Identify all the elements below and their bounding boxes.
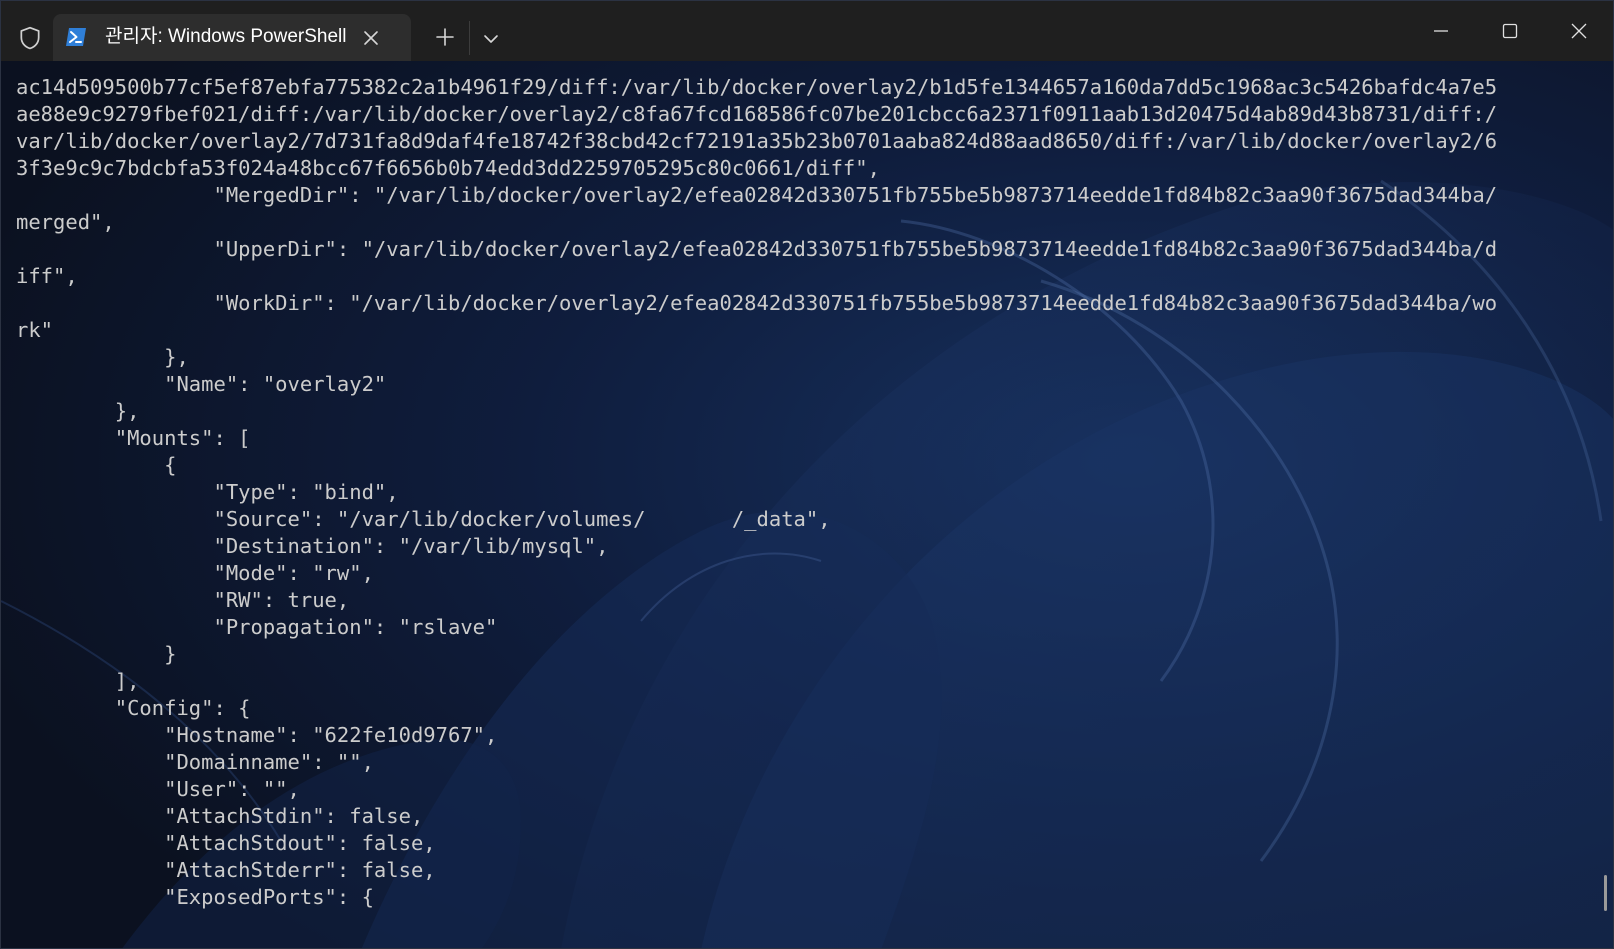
terminal-line: "Name": "overlay2"	[16, 372, 387, 396]
terminal-line: "Source": "/var/lib/docker/volumes/ /_da…	[16, 507, 831, 531]
close-button[interactable]	[1545, 1, 1613, 61]
terminal-line: "WorkDir": "/var/lib/docker/overlay2/efe…	[16, 291, 1498, 315]
maximize-icon	[1502, 23, 1518, 39]
terminal-line: "AttachStdin": false,	[16, 804, 424, 828]
terminal-line: "Domainname": "",	[16, 750, 374, 774]
terminal-line: ],	[16, 669, 140, 693]
chevron-down-icon[interactable]	[479, 27, 503, 51]
terminal-line: },	[16, 399, 140, 423]
terminal-line: "Hostname": "622fe10d9767",	[16, 723, 498, 747]
scrollbar-thumb[interactable]	[1604, 875, 1607, 911]
terminal-line: "MergedDir": "/var/lib/docker/overlay2/e…	[16, 183, 1498, 207]
terminal-line: }	[16, 642, 177, 666]
terminal-line: "UpperDir": "/var/lib/docker/overlay2/ef…	[16, 237, 1498, 261]
terminal-line: "ExposedPorts": {	[16, 885, 374, 909]
close-icon	[1571, 23, 1587, 39]
terminal-line: },	[16, 345, 189, 369]
terminal-output[interactable]: ac14d509500b77cf5ef87ebfa775382c2a1b4961…	[16, 74, 1576, 944]
terminal-line: "User": "",	[16, 777, 300, 801]
tab-powershell[interactable]: 관리자: Windows PowerShell	[53, 14, 411, 61]
terminal-line: 3f3e9c9c7bdcbfa53f024a48bcc67f6656b0b74e…	[16, 156, 880, 180]
terminal-line: ac14d509500b77cf5ef87ebfa775382c2a1b4961…	[16, 75, 1498, 99]
terminal-line: "Destination": "/var/lib/mysql",	[16, 534, 609, 558]
terminal-line: "Mounts": [	[16, 426, 251, 450]
title-bar: 관리자: Windows PowerShell	[1, 1, 1613, 61]
terminal-line: "Config": {	[16, 696, 251, 720]
powershell-icon	[66, 28, 86, 46]
terminal-line: iff",	[16, 264, 78, 288]
terminal-line: "AttachStderr": false,	[16, 858, 436, 882]
terminal-line: "AttachStdout": false,	[16, 831, 436, 855]
minimize-button[interactable]	[1407, 1, 1475, 61]
terminal-line: "Propagation": "rslave"	[16, 615, 498, 639]
terminal-window: 관리자: Windows PowerShell ac14d509500b77cf…	[0, 0, 1614, 949]
shield-icon	[20, 26, 40, 50]
terminal-line: merged",	[16, 210, 115, 234]
terminal-line: rk"	[16, 318, 54, 342]
minimize-icon	[1434, 30, 1448, 32]
terminal-line: ae88e9c9279fbef021/diff:/var/lib/docker/…	[16, 102, 1498, 126]
terminal-line: "RW": true,	[16, 588, 350, 612]
plus-icon[interactable]	[433, 25, 457, 49]
terminal-line: "Mode": "rw",	[16, 561, 374, 585]
tab-title: 관리자: Windows PowerShell	[105, 26, 347, 47]
close-icon[interactable]	[359, 26, 383, 50]
terminal-line: var/lib/docker/overlay2/7d731fa8d9daf4fe…	[16, 129, 1498, 153]
terminal-line: {	[16, 453, 177, 477]
tab-separator	[469, 21, 470, 55]
terminal-line: "Type": "bind",	[16, 480, 399, 504]
maximize-button[interactable]	[1476, 1, 1544, 61]
